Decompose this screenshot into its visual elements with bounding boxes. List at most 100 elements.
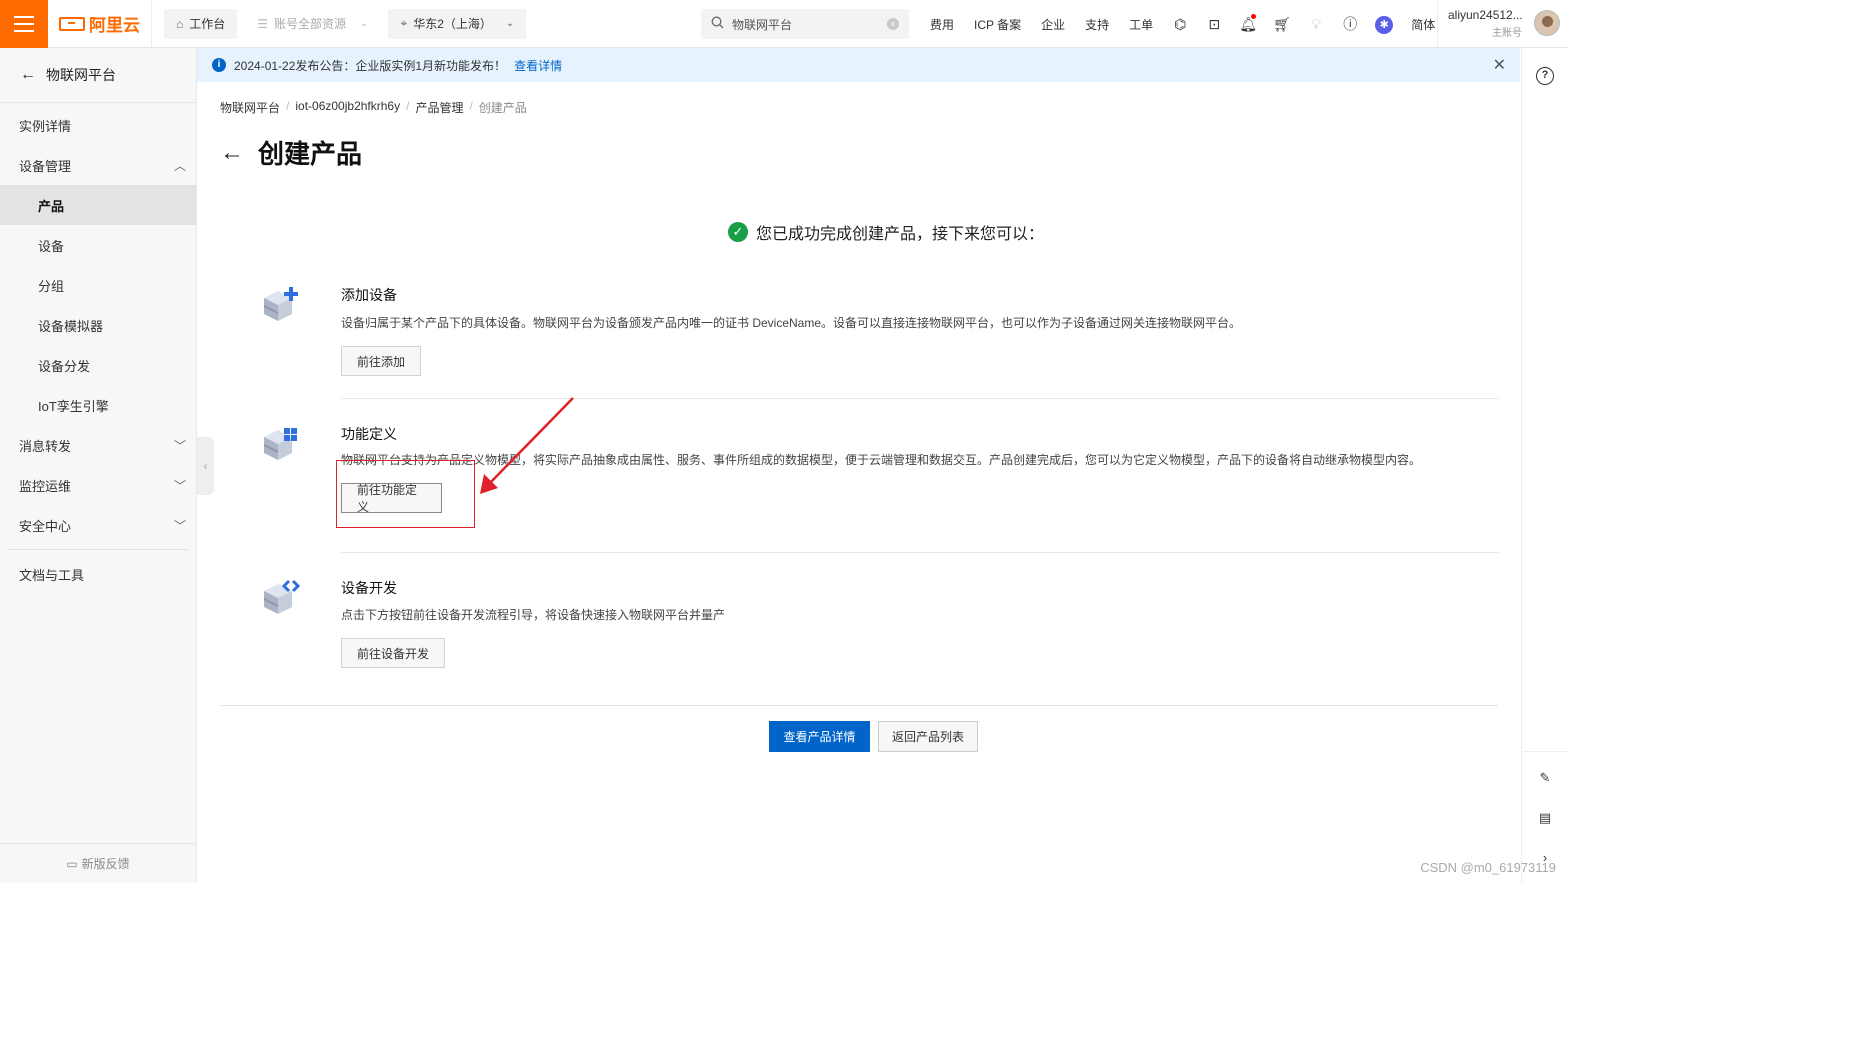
feedback-label: 新版反馈 xyxy=(81,857,130,871)
location-pin-icon: ⌖ xyxy=(400,16,408,30)
check-circle-icon: ✓ xyxy=(728,222,748,242)
breadcrumb-iot[interactable]: 物联网平台 xyxy=(220,99,280,116)
help-icon[interactable]: ⓘ xyxy=(1333,14,1367,34)
search-input[interactable]: 物联网平台 × xyxy=(701,9,909,39)
watermark: CSDN @m0_61973119 xyxy=(1420,860,1556,875)
ai-assistant-icon[interactable]: ⌬ xyxy=(1163,16,1197,33)
view-product-details-button[interactable]: 查看产品详情 xyxy=(769,721,870,752)
rail-divider xyxy=(1522,751,1568,752)
step-description: 物联网平台支持为产品定义物模型，将实际产品抽象成由属性、服务、事件所组成的数据模… xyxy=(341,453,1422,467)
chevron-down-icon: ⌄ xyxy=(360,18,369,29)
sidebar-item-label: IoT孪生引擎 xyxy=(38,398,109,414)
sidebar-item-device-management[interactable]: 设备管理 ︿ xyxy=(0,145,196,185)
workbench-label: 工作台 xyxy=(189,17,226,31)
chevron-up-icon: ︿ xyxy=(173,158,186,173)
chat-icon[interactable]: ▤ xyxy=(1534,807,1556,829)
annotation-highlight-box xyxy=(336,460,475,528)
nav-link-enterprise[interactable]: 企业 xyxy=(1031,16,1075,33)
breadcrumb-current: 创建产品 xyxy=(478,101,527,115)
arrow-left-icon[interactable]: ← xyxy=(220,139,244,167)
edit-icon[interactable]: ✎ xyxy=(1534,767,1556,789)
announcement-link[interactable]: 查看详情 xyxy=(514,57,562,74)
chevron-down-icon: ﹀ xyxy=(173,518,186,533)
nav-link-fees[interactable]: 费用 xyxy=(920,16,964,33)
main-content: 物联网平台 / iot-06z00jb2hfkrh6y / 产品管理 / 创建产… xyxy=(220,82,1500,752)
region-select[interactable]: ⌖ 华东2（上海） ⌄ xyxy=(388,8,527,39)
cart-icon[interactable]: 🛒︎ xyxy=(1265,16,1299,33)
brand-name: 阿里云 xyxy=(89,16,140,35)
globe-icon[interactable]: ✱ xyxy=(1367,15,1401,34)
sidebar-item-security[interactable]: 安全中心 ﹀ xyxy=(0,505,196,545)
feedback-link[interactable]: ▭ 新版反馈 xyxy=(0,843,196,883)
sidebar-item-label: 产品 xyxy=(38,198,65,214)
success-message: ✓ 您已成功完成创建产品，接下来您可以： xyxy=(728,220,1044,244)
top-navigation-bar: 阿里云 ⌂ 工作台 ☰ 账号全部资源 ⌄ ⌖ 华东2（上海） ⌄ 物联网平台 ×… xyxy=(0,0,1568,48)
help-icon[interactable]: ? xyxy=(1536,67,1554,85)
sidebar-item-monitoring[interactable]: 监控运维 ﹀ xyxy=(0,465,196,505)
announcement-text: 2024-01-22发布公告：企业版实例1月新功能发布！ xyxy=(234,58,507,73)
sidebar-collapse-toggle[interactable]: ‹ xyxy=(197,437,214,495)
avatar[interactable] xyxy=(1534,10,1560,36)
sidebar-item-label: 文档与工具 xyxy=(19,567,85,583)
sidebar-item-docs-tools[interactable]: 文档与工具 xyxy=(0,554,196,594)
breadcrumb: 物联网平台 / iot-06z00jb2hfkrh6y / 产品管理 / 创建产… xyxy=(220,99,527,116)
sidebar-item-label: 监控运维 xyxy=(19,478,72,494)
announcement-banner: i 2024-01-22发布公告：企业版实例1月新功能发布！ 查看详情 ✕ xyxy=(197,48,1520,82)
account-scope-label: 账号全部资源 xyxy=(274,17,347,31)
back-to-product-list-button[interactable]: 返回产品列表 xyxy=(878,721,978,752)
chevron-down-icon: ﹀ xyxy=(173,438,186,453)
breadcrumb-product-management[interactable]: 产品管理 xyxy=(415,99,463,116)
menu-icon[interactable] xyxy=(0,0,48,48)
terminal-icon[interactable]: ⊡ xyxy=(1197,16,1231,33)
sidebar-divider xyxy=(8,549,188,550)
account-scope-select[interactable]: ☰ 账号全部资源 ⌄ xyxy=(245,9,380,39)
nav-link-icp[interactable]: ICP 备案 xyxy=(964,16,1031,33)
sidebar-item-device[interactable]: 设备 xyxy=(0,225,196,265)
step-title: 添加设备 xyxy=(341,287,397,303)
clear-search-icon[interactable]: × xyxy=(887,18,899,30)
step-title: 设备开发 xyxy=(341,580,397,596)
sidebar-item-simulator[interactable]: 设备模拟器 xyxy=(0,305,196,345)
chevron-down-icon: ﹀ xyxy=(173,478,186,493)
divider xyxy=(220,705,1498,706)
sidebar-item-twin-engine[interactable]: IoT孪生引擎 xyxy=(0,385,196,425)
sidebar-item-group[interactable]: 分组 xyxy=(0,265,196,305)
sidebar-item-product[interactable]: 产品 xyxy=(0,185,196,225)
arrow-left-icon[interactable]: ← xyxy=(20,66,36,84)
region-label: 华东2（上海） xyxy=(413,17,492,31)
go-add-device-button[interactable]: 前往添加 xyxy=(341,346,422,376)
lightbulb-icon[interactable]: 💡︎ xyxy=(1299,16,1333,33)
sidebar-item-label: 设备分发 xyxy=(38,358,91,374)
info-icon: i xyxy=(212,58,226,72)
bell-icon[interactable]: 🔔︎ xyxy=(1231,13,1265,33)
nav-link-support[interactable]: 支持 xyxy=(1075,16,1119,33)
home-icon: ⌂ xyxy=(176,16,184,31)
chevron-down-icon: ⌄ xyxy=(505,18,515,29)
step-description: 设备归属于某个产品下的具体设备。物联网平台为设备颁发产品内唯一的证书 Devic… xyxy=(341,316,1242,330)
notification-dot xyxy=(1251,13,1257,19)
breadcrumb-instance[interactable]: iot-06z00jb2hfkrh6y xyxy=(295,99,400,116)
sidebar-item-label: 消息转发 xyxy=(19,438,72,454)
sidebar-title: 物联网平台 xyxy=(46,67,116,83)
resource-icon: ☰ xyxy=(257,16,269,31)
success-text: 您已成功完成创建产品，接下来您可以： xyxy=(756,226,1045,243)
sidebar-item-instance[interactable]: 实例详情 xyxy=(0,105,196,145)
search-icon xyxy=(711,16,724,32)
divider xyxy=(341,552,1499,553)
close-icon[interactable]: ✕ xyxy=(1493,55,1506,75)
sidebar-header[interactable]: ← 物联网平台 xyxy=(0,48,196,103)
nav-link-ticket[interactable]: 工单 xyxy=(1119,16,1163,33)
sidebar-item-distribution[interactable]: 设备分发 xyxy=(0,345,196,385)
brand-logo[interactable]: 阿里云 xyxy=(48,0,152,48)
workbench-button[interactable]: ⌂ 工作台 xyxy=(164,8,238,39)
chevron-left-icon: ‹ xyxy=(203,459,208,473)
feedback-icon: ▭ xyxy=(66,856,78,871)
account-menu[interactable]: aliyun24512... 主账号 xyxy=(1437,0,1568,48)
page-header: ← 创建产品 xyxy=(220,134,1500,171)
sidebar-item-label: 分组 xyxy=(38,278,65,294)
go-device-development-button[interactable]: 前往设备开发 xyxy=(341,638,446,668)
sidebar-item-label: 安全中心 xyxy=(19,518,72,534)
cube-grid-icon xyxy=(264,428,297,460)
sidebar-item-message-forwarding[interactable]: 消息转发 ﹀ xyxy=(0,425,196,465)
sidebar-item-label: 实例详情 xyxy=(19,118,72,134)
